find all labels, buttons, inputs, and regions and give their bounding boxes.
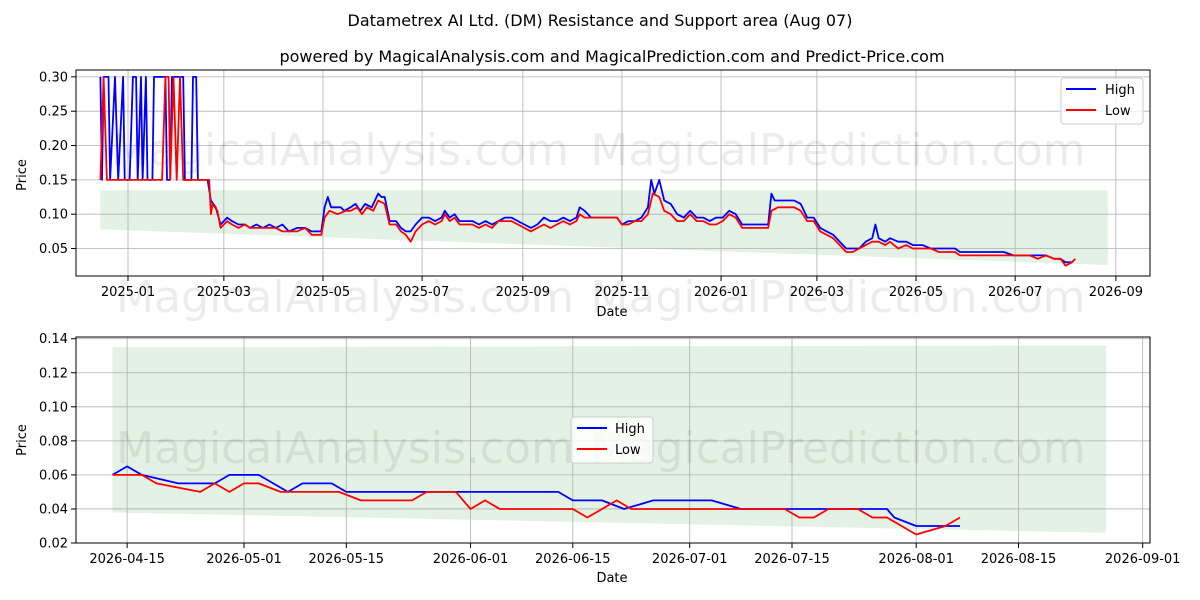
top-y-axis-label: Price (15, 159, 30, 191)
bottom-y-tick-label: 0.10 (39, 400, 68, 415)
bottom-y-tick-label: 0.08 (39, 434, 68, 449)
bottom-y-tick-label: 0.02 (39, 537, 68, 552)
top-legend-high-label: High (1105, 83, 1135, 98)
top-x-tick-label: 2025-03 (197, 285, 251, 300)
bottom-x-tick-label: 2026-06-01 (433, 552, 509, 567)
bottom-x-tick-label: 2026-07-15 (754, 552, 830, 567)
bottom-y-tick-label: 0.04 (39, 502, 68, 517)
bottom-x-tick-label: 2026-08-15 (981, 552, 1057, 567)
top-x-tick-label: 2025-07 (395, 285, 449, 300)
bottom-x-tick-label: 2026-05-01 (206, 552, 282, 567)
top-x-tick-label: 2025-11 (595, 285, 649, 300)
top-x-tick-label: 2026-05 (889, 285, 943, 300)
bottom-x-tick-label: 2026-07-01 (652, 552, 728, 567)
top-x-tick-label: 2025-09 (496, 285, 550, 300)
top-y-tick-label: 0.10 (39, 208, 68, 223)
bottom-legend-high-label: High (615, 422, 645, 437)
chart-title: Datametrex AI Ltd. (DM) Resistance and S… (348, 11, 853, 30)
top-x-tick-label: 2026-01 (694, 285, 748, 300)
bottom-y-tick-label: 0.14 (39, 332, 68, 347)
top-x-tick-label: 2026-09 (1089, 285, 1143, 300)
top-x-tick-label: 2026-03 (790, 285, 844, 300)
top-legend: High Low (1060, 77, 1144, 125)
chart-figure: Datametrex AI Ltd. (DM) Resistance and S… (0, 0, 1200, 600)
bottom-y-axis-label: Price (15, 424, 30, 456)
bottom-legend-low-label: Low (615, 443, 641, 458)
top-x-tick-label: 2025-01 (101, 285, 155, 300)
bottom-watermark-left: MagicalAnalysis.com (116, 423, 574, 474)
bottom-legend: High Low (570, 416, 654, 464)
bottom-x-tick-label: 2026-09-01 (1105, 552, 1181, 567)
bottom-watermark-right: MagicalPrediction.com (591, 423, 1086, 474)
bottom-y-tick-label: 0.06 (39, 468, 68, 483)
top-watermark-right: MagicalPrediction.com (591, 125, 1086, 176)
top-y-tick-label: 0.30 (39, 70, 68, 85)
chart-subtitle: powered by MagicalAnalysis.com and Magic… (279, 47, 944, 66)
bottom-x-tick-label: 2026-06-15 (535, 552, 611, 567)
top-y-tick-label: 0.25 (39, 105, 68, 120)
top-y-tick-label: 0.20 (39, 139, 68, 154)
top-x-axis-label: Date (596, 305, 627, 320)
top-watermark-left: MagicalAnalysis.com (111, 125, 569, 176)
top-x-tick-label: 2026-07 (988, 285, 1042, 300)
bottom-y-tick-label: 0.12 (39, 366, 68, 381)
bottom-x-tick-label: 2026-08-01 (878, 552, 954, 567)
bottom-x-axis-label: Date (596, 571, 627, 586)
bottom-x-tick-label: 2026-05-15 (309, 552, 385, 567)
top-y-tick-label: 0.05 (39, 242, 68, 257)
bottom-x-tick-label: 2026-04-15 (89, 552, 165, 567)
top-legend-low-label: Low (1105, 104, 1131, 119)
top-x-tick-label: 2025-05 (296, 285, 350, 300)
top-y-tick-label: 0.15 (39, 173, 68, 188)
